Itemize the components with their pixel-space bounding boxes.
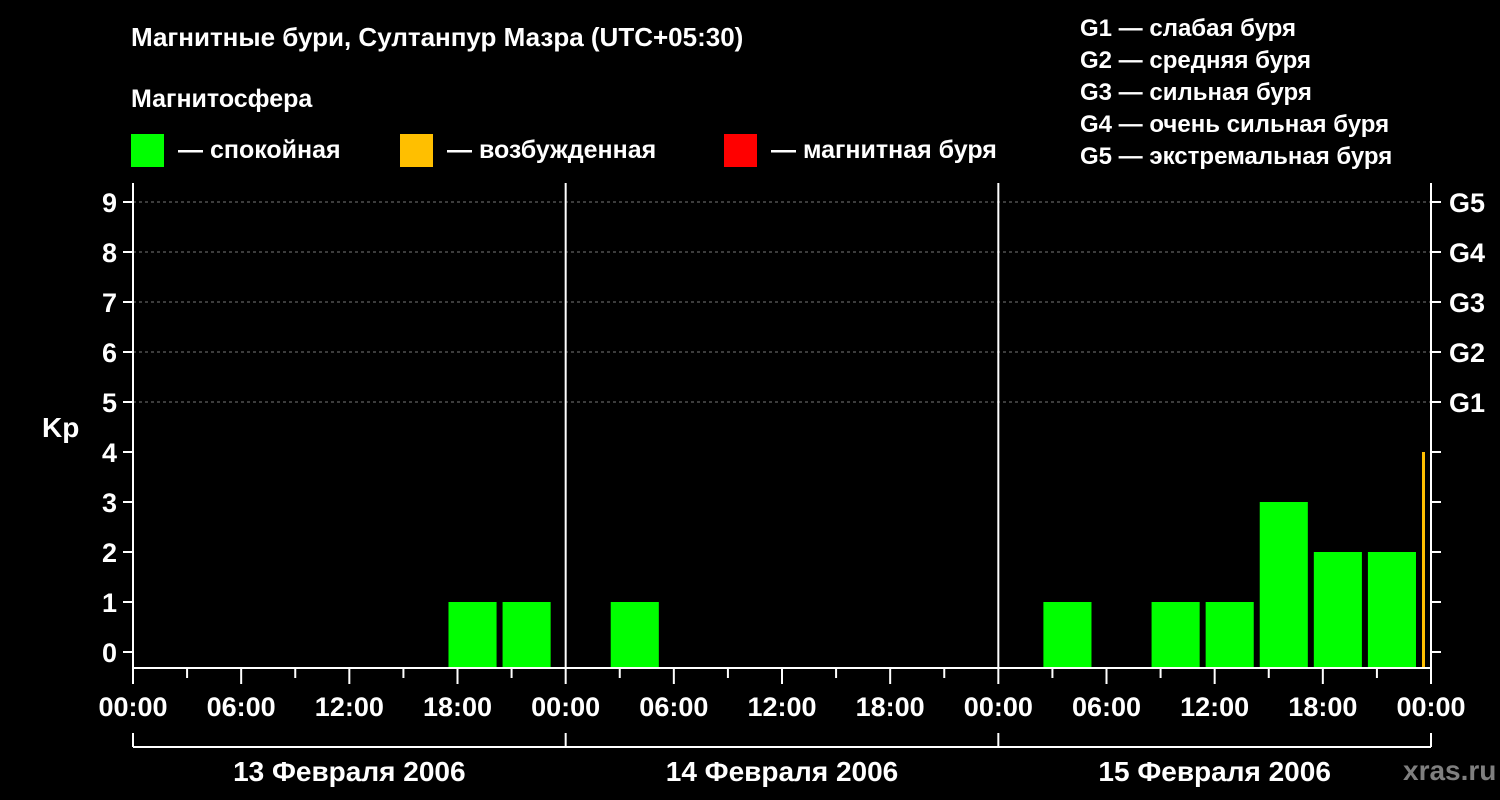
kp-bar [502, 602, 551, 667]
x-tick-label: 06:00 [1072, 692, 1141, 722]
day-label: 14 Февраля 2006 [666, 756, 898, 787]
kp-bar [1043, 602, 1092, 667]
kp-chart: 0 1 2 3 4 5 6 7 8 9 G1 G2 G3 G4 G5 00:00 06:00 12:00 18:00… [98, 183, 1485, 787]
x-tick-label: 12:00 [1180, 692, 1249, 722]
x-tick-label: 06:00 [639, 692, 708, 722]
g-tick-label: G4 [1449, 238, 1485, 268]
kp-bar [448, 602, 497, 667]
y-tick-label: 2 [102, 538, 117, 568]
kp-bar [1421, 452, 1425, 667]
y-tick-label: 5 [102, 388, 117, 418]
kp-bar [1151, 602, 1200, 667]
y-tick-label: 4 [102, 438, 117, 468]
x-tick-label: 00:00 [1396, 692, 1465, 722]
x-tick-label: 06:00 [207, 692, 276, 722]
x-tick-label: 00:00 [98, 692, 167, 722]
x-tick-label: 00:00 [531, 692, 600, 722]
x-tick-label: 18:00 [1288, 692, 1357, 722]
y-tick-label: 7 [102, 288, 117, 318]
kp-bar [1205, 602, 1254, 667]
g-tick-label: G2 [1449, 338, 1485, 368]
g-tick-label: G1 [1449, 388, 1485, 418]
x-tick-label: 18:00 [856, 692, 925, 722]
y-tick-label: 6 [102, 338, 117, 368]
g-tick-label: G3 [1449, 288, 1485, 318]
y-tick-label: 0 [102, 638, 117, 668]
day-label: 13 Февраля 2006 [233, 756, 465, 787]
y-tick-label: 3 [102, 488, 117, 518]
x-tick-label: 18:00 [423, 692, 492, 722]
x-tick-label: 12:00 [747, 692, 816, 722]
x-tick-label: 12:00 [315, 692, 384, 722]
kp-bar [1313, 552, 1362, 667]
g-tick-label: G5 [1449, 188, 1485, 218]
kp-bar [610, 602, 659, 667]
y-tick-label: 9 [102, 188, 117, 218]
x-tick-label: 00:00 [964, 692, 1033, 722]
kp-bar [1259, 502, 1308, 667]
y-tick-label: 8 [102, 238, 117, 268]
day-label: 15 Февраля 2006 [1098, 756, 1330, 787]
kp-bar [1367, 552, 1416, 667]
y-tick-label: 1 [102, 588, 117, 618]
